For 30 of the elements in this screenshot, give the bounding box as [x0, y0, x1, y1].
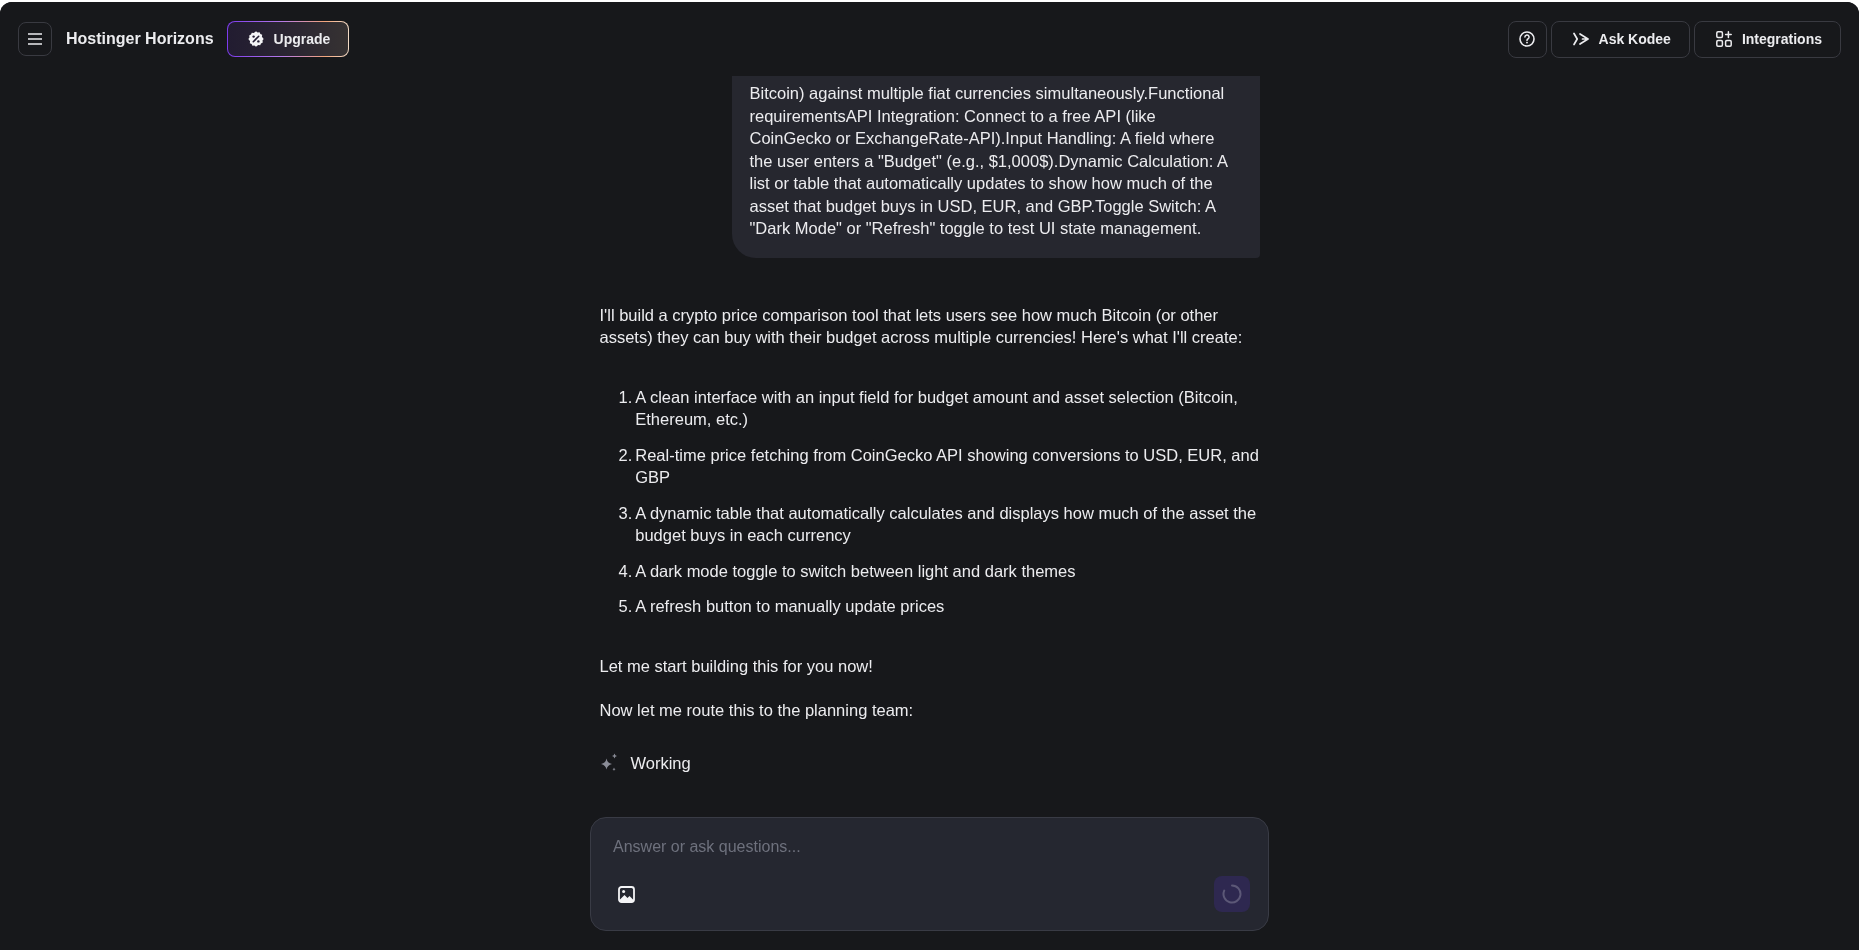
list-item-text: A clean interface with an input field for budget amount and asset selection (Bitcoin, Ethereum, etc.)	[635, 386, 1239, 430]
status-text: Working	[630, 752, 691, 774]
list-number: 4.	[618, 560, 633, 582]
ask-kodee-button[interactable]: Ask Kodee	[1550, 20, 1690, 58]
percent-badge-icon	[247, 31, 264, 47]
list-item-text: A dark mode toggle to switch between light and dark themes	[635, 560, 1076, 582]
integrations-button[interactable]: Integrations	[1693, 20, 1841, 58]
help-icon	[1519, 31, 1535, 47]
list-number: 3.	[618, 502, 633, 524]
menu-button[interactable]	[18, 22, 52, 56]
image-icon	[618, 885, 635, 903]
user-message-bubble: Bitcoin) against multiple fiat currencies simultaneously.Functional requirementsAPI Integration: Connect to a free API (like CoinGecko or ExchangeRate-API).Input Handling: A field where the user enters a "Budget" (e.g., $1,000$).Dynamic Calculation: A list or table that automatically updates to show how much of the asset that budget buys in USD, EUR, and GBP.Toggle Switch: A "Dark Mode" or "Refresh" toggle to test UI state management.	[731, 76, 1260, 258]
list-number: 2.	[618, 444, 633, 466]
assistant-message-text: I'll build a crypto price comparison tool that lets users see how much Bitcoin (or other assets) they can buy with their budget across multiple currencies! Here's what I'll create:	[599, 304, 1244, 348]
list-number: 5.	[618, 596, 633, 617]
help-button[interactable]	[1507, 20, 1547, 58]
assistant-message-text: Now let me route this to the planning team:	[599, 700, 915, 721]
list-number: 1.	[618, 386, 633, 408]
attach-image-button[interactable]	[618, 885, 635, 903]
list-item-text: Real-time price fetching from CoinGecko API showing conversions to USD, EUR, and GBP	[635, 444, 1260, 488]
sparkle-icon	[599, 753, 619, 773]
app-title: Hostinger Horizons	[66, 30, 214, 48]
list-item-text: A dynamic table that automatically calculates and displays how much of the asset the budget buys in each currency	[635, 502, 1258, 546]
apps-grid-icon	[1715, 31, 1732, 47]
chevrons-icon	[1572, 32, 1589, 46]
upgrade-button[interactable]: Upgrade	[226, 21, 349, 57]
message-input[interactable]: Answer or ask questions...	[613, 833, 1250, 861]
list-item-text: A refresh button to manually update prices	[635, 596, 945, 617]
menu-icon	[28, 33, 42, 45]
assistant-message-text: Let me start building this for you now!	[599, 655, 874, 677]
